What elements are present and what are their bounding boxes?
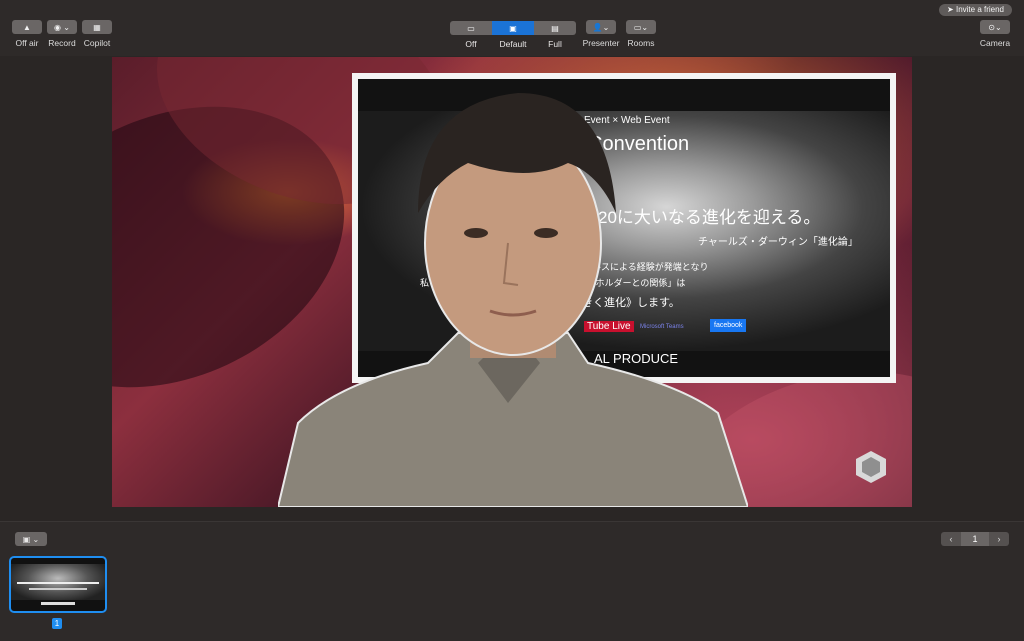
presenter-video (278, 93, 748, 507)
layout-default-label: Default (499, 39, 527, 49)
layout-default-icon: ▣ (509, 23, 517, 33)
invite-label: Invite a friend (955, 5, 1004, 14)
add-media-icon: ▣ ⌄ (22, 534, 40, 544)
layout-full-button[interactable]: ▤ (534, 21, 576, 35)
camera-button[interactable]: ⊙⌄ Camera (970, 20, 1020, 48)
copilot-label: Copilot (83, 38, 111, 48)
record-icon: ◉ ⌄ (54, 22, 70, 32)
top-toolbar: ▲ Off air ◉ ⌄ Record ▦ Copilot ▭ ▣ ▤ Off… (0, 0, 1024, 56)
layout-switcher: ▭ ▣ ▤ (450, 21, 576, 35)
thumbnail-number: 1 (52, 618, 62, 629)
rooms-label: Rooms (627, 38, 655, 48)
antenna-icon: ▲ (23, 22, 31, 32)
app-logo-icon (856, 451, 886, 483)
presenter-icon: 👤⌄ (592, 22, 610, 32)
camera-label: Camera (979, 38, 1011, 48)
add-slide-button[interactable]: ▣ ⌄ (15, 532, 47, 546)
layout-off-button[interactable]: ▭ (450, 21, 492, 35)
copilot-button[interactable]: ▦ Copilot (72, 20, 122, 48)
layout-full-label: Full (548, 39, 562, 49)
layout-full-icon: ▤ (551, 23, 559, 33)
prev-page-button[interactable]: ‹ (941, 532, 961, 546)
layout-labels: Off Default Full (450, 39, 576, 49)
slide-thumbnail[interactable] (9, 556, 107, 613)
video-stage: Event × Web Event Convention 20に大いなる進化を迎… (112, 57, 912, 507)
copilot-icon: ▦ (93, 22, 101, 32)
rooms-icon: ▭⌄ (633, 22, 649, 32)
layout-default-button[interactable]: ▣ (492, 21, 534, 35)
send-icon: ➤ (947, 5, 956, 14)
layout-off-label: Off (465, 39, 477, 49)
page-pager: ‹ 1 › (941, 532, 1009, 546)
slide-thumbnail-bar: ▣ ⌄ ‹ 1 › 1 (0, 521, 1024, 641)
invite-friend-button[interactable]: ➤ Invite a friend (939, 4, 1012, 16)
chevron-left-icon: ‹ (949, 534, 953, 544)
layout-off-icon: ▭ (467, 23, 475, 33)
thumbnail-text-line (29, 588, 87, 590)
thumbnail-text-line (41, 602, 75, 605)
next-page-button[interactable]: › (989, 532, 1009, 546)
chevron-right-icon: › (997, 534, 1001, 544)
thumbnail-text-line (17, 582, 99, 584)
rooms-button[interactable]: ▭⌄ Rooms (616, 20, 666, 48)
camera-icon: ⊙⌄ (988, 22, 1002, 32)
page-number: 1 (961, 532, 989, 546)
